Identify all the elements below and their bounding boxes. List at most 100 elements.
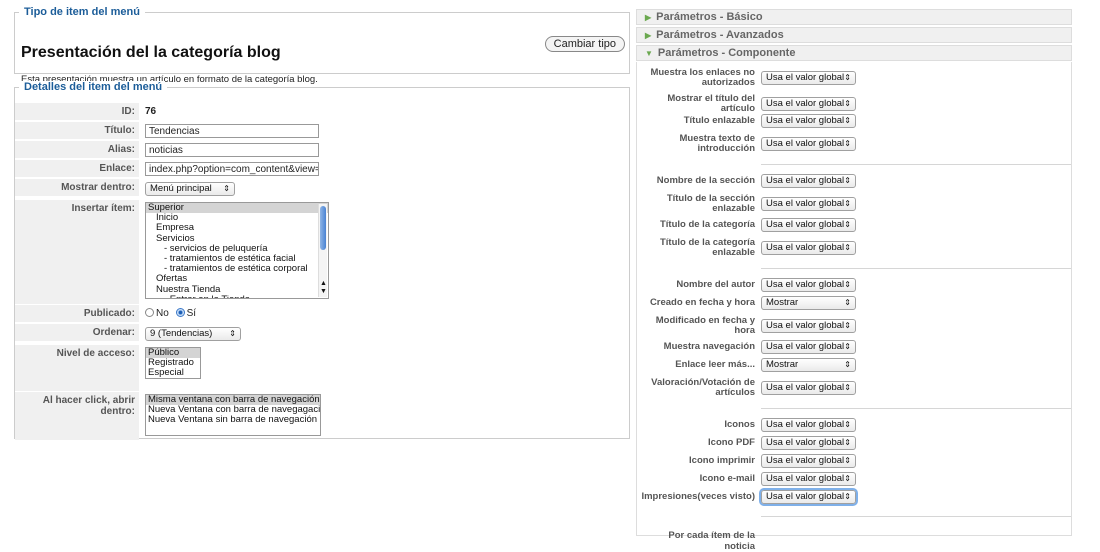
param-label: Muestra navegación [663, 341, 755, 352]
param-select-wrap: Usa el valor global ⇕ [761, 71, 856, 85]
click-open-listbox[interactable]: Misma ventana con barra de navegación Nue… [145, 394, 321, 436]
title-input[interactable]: Tendencias [145, 124, 319, 138]
param-label: Mostrar el título del artículo [667, 93, 755, 114]
select-arrow-icon: ⇕ [844, 321, 851, 330]
id-label: ID: [15, 103, 139, 120]
param-label: Valoración/Votación de artículos [651, 377, 755, 398]
insert-item-listbox[interactable]: Superior Inicio Empresa Servicios - servicio… [145, 202, 329, 299]
collapsed-arrow-icon: ▶ [645, 13, 652, 22]
param-select-value: Usa el valor global [766, 72, 845, 83]
param-select[interactable]: Usa el valor global ⇕ [761, 340, 856, 354]
param-select-value: Usa el valor global [766, 473, 845, 484]
param-select[interactable]: Usa el valor global ⇕ [761, 71, 856, 85]
accordion-basic-label: Parámetros - Básico [656, 11, 763, 23]
param-select[interactable]: Usa el valor global ⇕ [761, 137, 856, 151]
select-arrow-icon: ⇕ [844, 383, 851, 392]
order-select[interactable]: 9 (Tendencias) ⇕ [145, 327, 241, 341]
open-target-option[interactable]: Nueva Ventana sin barra de navegación [146, 415, 320, 425]
param-select-value: Usa el valor global [766, 279, 845, 290]
select-arrow-icon: ⇕ [844, 456, 851, 465]
alias-input[interactable]: noticias [145, 143, 319, 157]
access-row: Nivel de acceso: Público Registrado Especi… [15, 345, 615, 391]
select-arrow-icon: ⇕ [844, 420, 851, 429]
param-select[interactable]: Mostrar ⇕ [761, 296, 856, 310]
param-label: Muestra los enlaces no autorizados [650, 67, 755, 88]
show-in-select-value: Menú principal [150, 183, 212, 194]
param-select-value: Usa el valor global [766, 341, 845, 352]
param-select[interactable]: Usa el valor global ⇕ [761, 114, 856, 128]
param-select-wrap: Mostrar ⇕ [761, 358, 856, 372]
param-label: Impresiones(veces visto) [641, 491, 755, 502]
param-select-wrap: Usa el valor global ⇕ [761, 472, 856, 486]
menu-item-details-section: Detalles del item del menú ID: 76 Título… [14, 81, 630, 440]
param-select-value: Usa el valor global [766, 437, 845, 448]
published-yes-radio[interactable] [175, 308, 185, 317]
param-select[interactable]: Mostrar ⇕ [761, 358, 856, 372]
insert-item-option[interactable]: - Entrar en la Tienda [146, 294, 328, 298]
param-select[interactable]: Usa el valor global ⇕ [761, 197, 856, 211]
expanded-arrow-icon: ▼ [645, 49, 653, 58]
show-in-select[interactable]: Menú principal ⇕ [145, 182, 235, 196]
listbox-scrollbar[interactable]: ▲ ▼ [318, 204, 327, 297]
param-select-value: Mostrar [766, 359, 799, 370]
param-select[interactable]: Usa el valor global ⇕ [761, 436, 856, 450]
click-open-row: Al hacer click, abrir dentro: Misma vent… [15, 392, 615, 440]
link-input[interactable]: index.php?option=com_content&view=categ [145, 162, 319, 176]
collapsed-arrow-icon: ▶ [645, 31, 652, 40]
menu-item-type-section: Tipo de item del menú Cambiar tipo Prese… [14, 6, 630, 85]
click-open-label: Al hacer click, abrir dentro: [15, 392, 139, 440]
select-arrow-icon: ⇕ [844, 220, 851, 229]
accordion-component[interactable]: ▼ Parámetros - Componente [636, 45, 1072, 61]
change-type-button[interactable]: Cambiar tipo [544, 36, 625, 52]
param-select[interactable]: Usa el valor global ⇕ [761, 381, 856, 395]
param-select[interactable]: Usa el valor global ⇕ [761, 218, 856, 232]
param-select[interactable]: Usa el valor global ⇕ [761, 472, 856, 486]
scrollbar-thumb[interactable] [320, 206, 326, 250]
param-select-wrap: Usa el valor global ⇕ [761, 241, 856, 255]
param-select-wrap: Usa el valor global ⇕ [761, 197, 856, 211]
menu-item-type-legend: Tipo de item del menú [21, 6, 143, 18]
select-arrow-icon: ⇕ [844, 438, 851, 447]
id-row: ID: 76 [15, 103, 615, 121]
accordion-basic[interactable]: ▶ Parámetros - Básico [636, 9, 1072, 25]
param-select-value: Mostrar [766, 297, 799, 308]
access-level-option[interactable]: Especial [146, 368, 200, 378]
param-select[interactable]: Usa el valor global ⇕ [761, 319, 856, 333]
param-select-wrap: Usa el valor global ⇕ [761, 278, 856, 292]
select-arrow-icon: ⇕ [223, 184, 230, 193]
select-arrow-icon: ⇕ [844, 243, 851, 252]
param-select[interactable]: Usa el valor global ⇕ [761, 174, 856, 188]
param-select-wrap: Usa el valor global ⇕ [761, 381, 856, 395]
param-select[interactable]: Usa el valor global ⇕ [761, 418, 856, 432]
title-label: Título: [15, 122, 139, 139]
param-select-value: Usa el valor global [766, 382, 845, 393]
param-select-value: Usa el valor global [766, 455, 845, 466]
param-label: Nombre de la sección [656, 175, 755, 186]
param-label: Icono imprimir [689, 455, 755, 466]
access-listbox[interactable]: Público Registrado Especial [145, 347, 201, 379]
insert-item-label: Insertar ítem: [15, 200, 139, 304]
param-label: Título de la sección enlazable [666, 193, 755, 214]
order-wrap: 9 (Tendencias) ⇕ [145, 327, 241, 341]
param-select[interactable]: Usa el valor global ⇕ [761, 241, 856, 255]
scroll-down-icon[interactable]: ▼ [319, 287, 328, 297]
param-select-wrap: Usa el valor global ⇕ [761, 418, 856, 432]
param-label: Modificado en fecha y hora [655, 315, 755, 336]
show-in-label: Mostrar dentro: [15, 179, 139, 196]
param-select-value: Usa el valor global [766, 198, 845, 209]
param-select-value: Usa el valor global [766, 98, 845, 109]
param-label: Iconos [724, 419, 755, 430]
order-row: Ordenar: 9 (Tendencias) ⇕ [15, 324, 615, 344]
param-group-separator [761, 268, 1071, 269]
param-select[interactable]: Usa el valor global ⇕ [761, 454, 856, 468]
published-label: Publicado: [15, 305, 139, 322]
param-select[interactable]: Usa el valor global ⇕ [761, 97, 856, 111]
param-select-wrap: Usa el valor global ⇕ [761, 97, 856, 111]
param-select[interactable]: Usa el valor global ⇕ [761, 278, 856, 292]
param-select-value: Usa el valor global [766, 419, 845, 430]
select-arrow-icon: ⇕ [844, 199, 851, 208]
param-select[interactable]: Usa el valor global ⇕ [761, 490, 856, 504]
published-no-radio[interactable] [145, 308, 154, 317]
accordion-advanced[interactable]: ▶ Parámetros - Avanzados [636, 27, 1072, 43]
select-arrow-icon: ⇕ [844, 360, 851, 369]
